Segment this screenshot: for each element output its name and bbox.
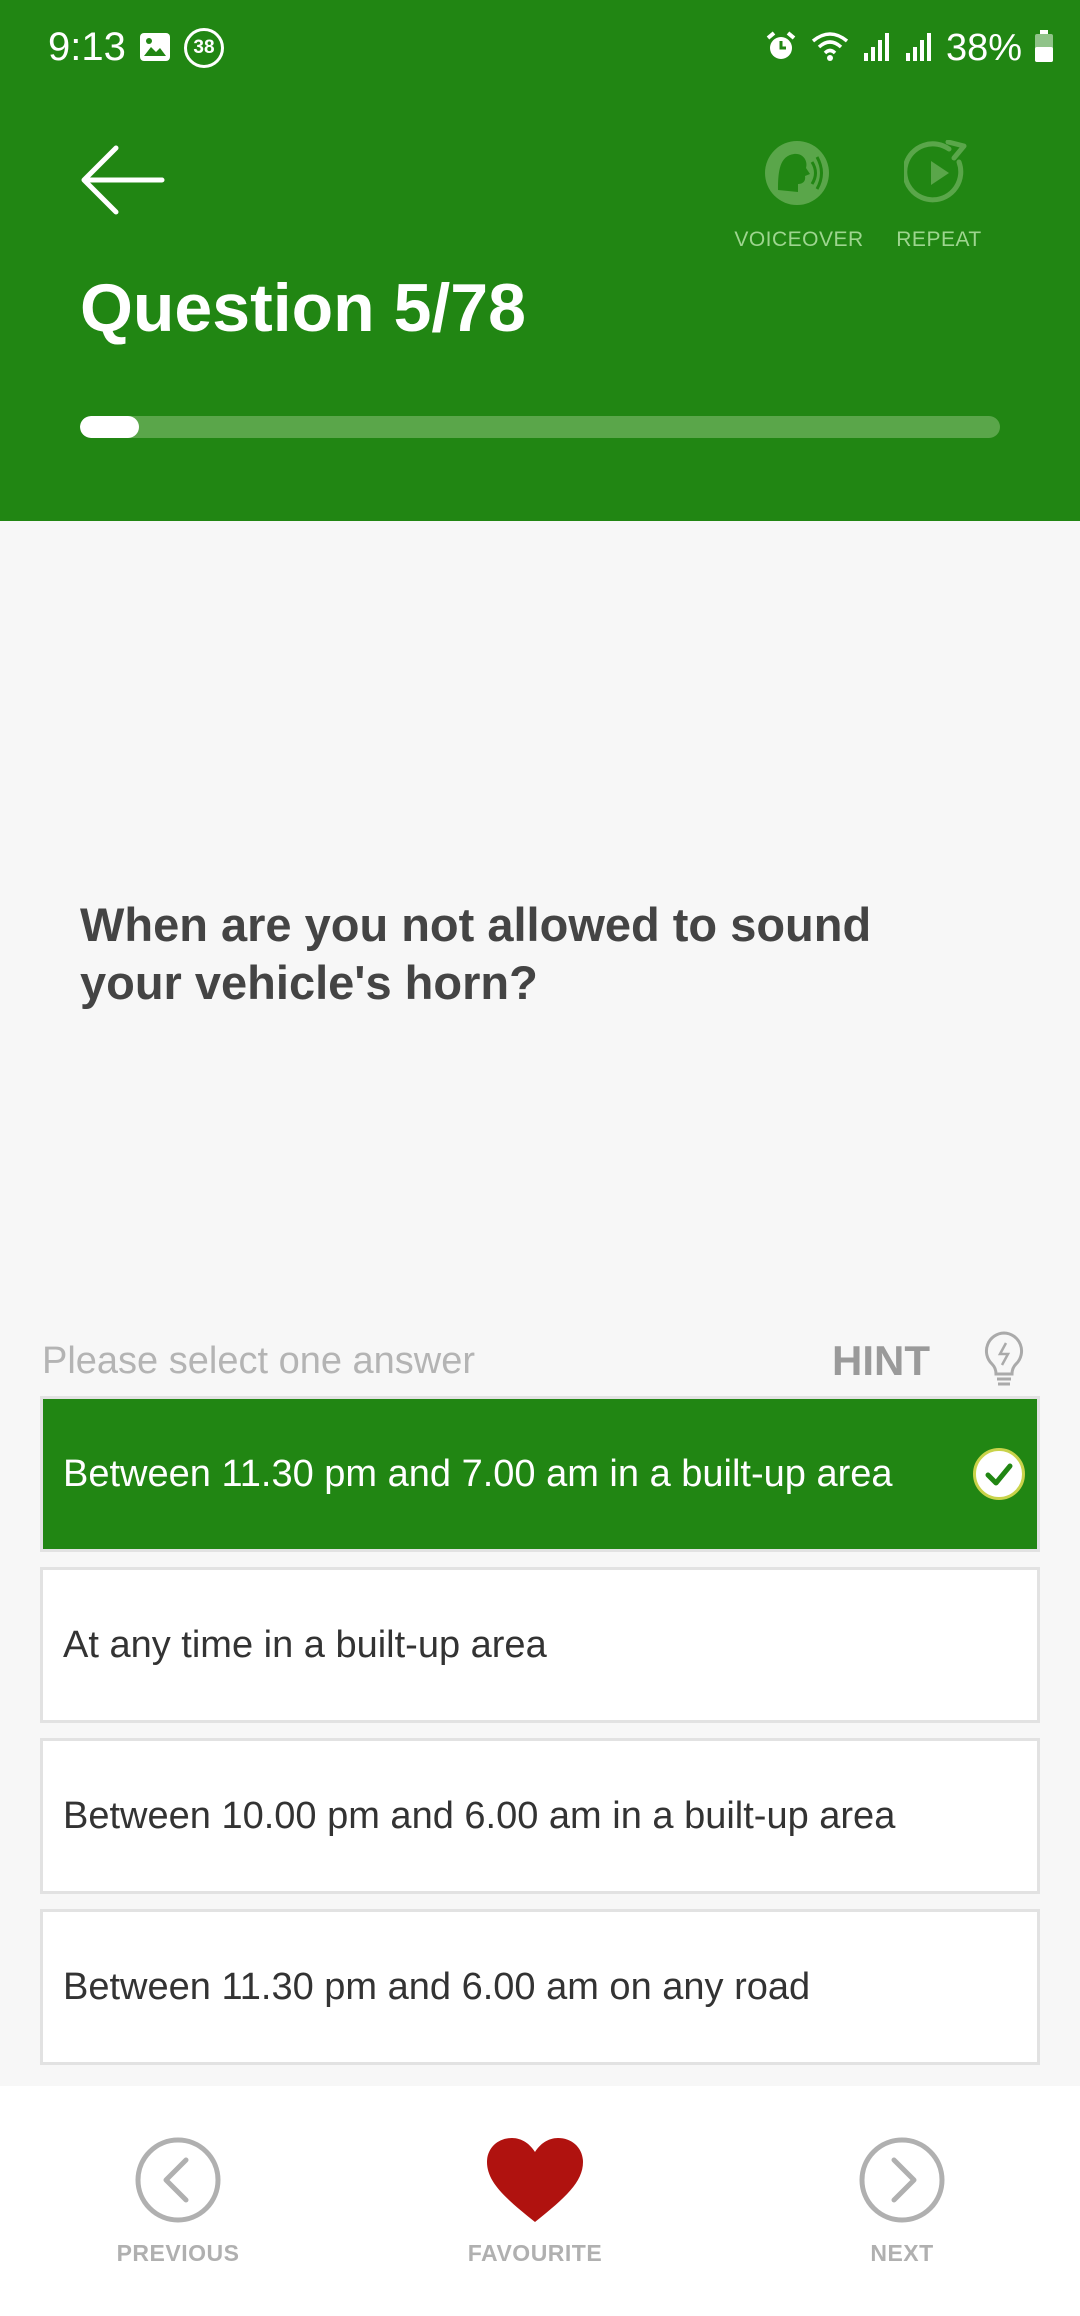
status-time: 9:13 bbox=[48, 25, 126, 69]
battery-icon bbox=[1034, 29, 1054, 68]
answer-option[interactable]: Between 11.30 pm and 6.00 am on any road bbox=[40, 1909, 1040, 2065]
back-button[interactable] bbox=[78, 142, 166, 218]
header: 9:13 38 38% VOICEOVER REPEAT Question 5/… bbox=[0, 0, 1080, 521]
bottom-nav: PREVIOUS FAVOURITE NEXT bbox=[0, 2086, 1080, 2316]
answer-list: Between 11.30 pm and 7.00 am in a built-… bbox=[40, 1396, 1040, 2080]
answer-label: At any time in a built-up area bbox=[63, 1623, 547, 1666]
chevron-left-circle-icon bbox=[135, 2137, 221, 2223]
signal-icon bbox=[904, 29, 934, 68]
alarm-icon bbox=[764, 29, 798, 68]
question-text: When are you not allowed to sound your v… bbox=[80, 898, 872, 1009]
battery-percent: 38% bbox=[945, 26, 1022, 69]
answer-prompt: Please select one answer bbox=[42, 1340, 476, 1382]
gallery-icon bbox=[138, 30, 172, 69]
chevron-right-circle-icon bbox=[859, 2137, 945, 2223]
answer-label: Between 11.30 pm and 6.00 am on any road bbox=[63, 1965, 811, 2008]
status-icons: 38% bbox=[764, 24, 1054, 72]
notification-count-badge: 38 bbox=[184, 28, 224, 68]
status-bar: 9:13 38 38% bbox=[0, 0, 1080, 96]
replay-icon bbox=[904, 140, 967, 203]
heart-icon bbox=[487, 2138, 583, 2222]
answer-label: Between 10.00 pm and 6.00 am in a built-… bbox=[63, 1794, 896, 1837]
favourite-label: FAVOURITE bbox=[467, 2240, 603, 2266]
voiceover-label: VOICEOVER bbox=[734, 228, 864, 251]
repeat-button[interactable]: REPEAT bbox=[864, 140, 1014, 252]
question-counter-title: Question 5/78 bbox=[80, 270, 526, 346]
voiceover-icon bbox=[765, 141, 829, 205]
check-icon bbox=[973, 1448, 1025, 1500]
signal-icon bbox=[862, 29, 892, 68]
answer-label: Between 11.30 pm and 7.00 am in a built-… bbox=[63, 1452, 893, 1495]
repeat-label: REPEAT bbox=[896, 228, 982, 251]
favourite-button[interactable]: FAVOURITE bbox=[445, 2136, 625, 2267]
wifi-icon bbox=[810, 29, 850, 68]
previous-label: PREVIOUS bbox=[116, 2240, 240, 2266]
answer-option[interactable]: At any time in a built-up area bbox=[40, 1567, 1040, 1723]
answer-option[interactable]: Between 11.30 pm and 7.00 am in a built-… bbox=[40, 1396, 1040, 1552]
progress-fill bbox=[80, 416, 139, 438]
hint-button[interactable]: HINT bbox=[832, 1334, 930, 1388]
lightbulb-icon[interactable] bbox=[982, 1330, 1026, 1395]
next-label: NEXT bbox=[870, 2240, 934, 2266]
answer-option[interactable]: Between 10.00 pm and 6.00 am in a built-… bbox=[40, 1738, 1040, 1894]
next-button[interactable]: NEXT bbox=[812, 2136, 992, 2267]
progress-bar bbox=[80, 416, 1000, 438]
arrow-left-icon bbox=[81, 145, 165, 215]
previous-button[interactable]: PREVIOUS bbox=[88, 2136, 268, 2267]
voiceover-button[interactable]: VOICEOVER bbox=[724, 140, 874, 252]
